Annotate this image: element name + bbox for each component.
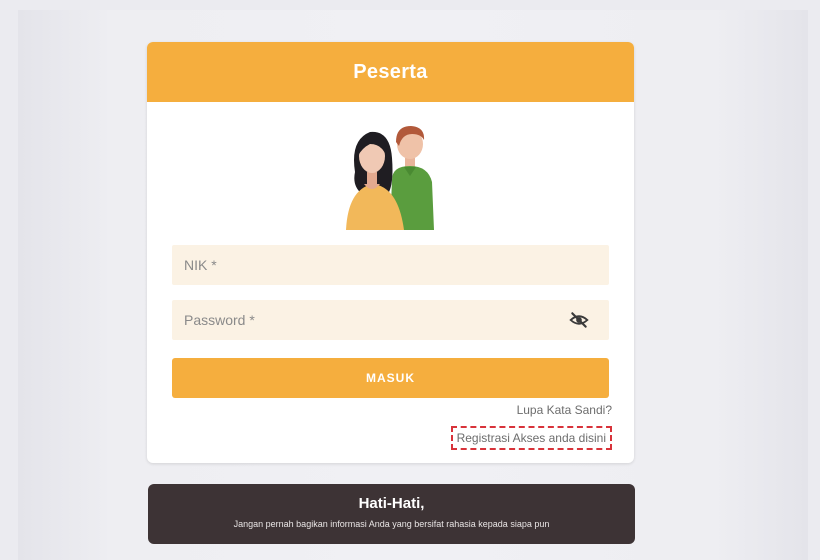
users-illustration [346,126,434,230]
password-placeholder: Password * [184,312,255,328]
forgot-password-link[interactable]: Lupa Kata Sandi? [517,403,612,417]
nik-field[interactable]: NIK * [172,245,609,285]
masuk-button[interactable]: MASUK [172,358,609,398]
password-field[interactable]: Password * [172,300,609,340]
card-title: Peserta [353,60,428,83]
nik-placeholder: NIK * [184,257,217,273]
eye-off-icon[interactable] [569,311,589,329]
warning-banner: Hati-Hati, Jangan pernah bagikan informa… [148,484,635,544]
register-access-link[interactable]: Registrasi Akses anda disini [450,426,612,450]
login-card: Peserta NIK * Password * MASUK Lupa Kata… [147,42,634,463]
card-header: Peserta [147,42,634,102]
warning-title: Hati-Hati, [358,495,425,512]
warning-text: Jangan pernah bagikan informasi Anda yan… [233,519,550,529]
